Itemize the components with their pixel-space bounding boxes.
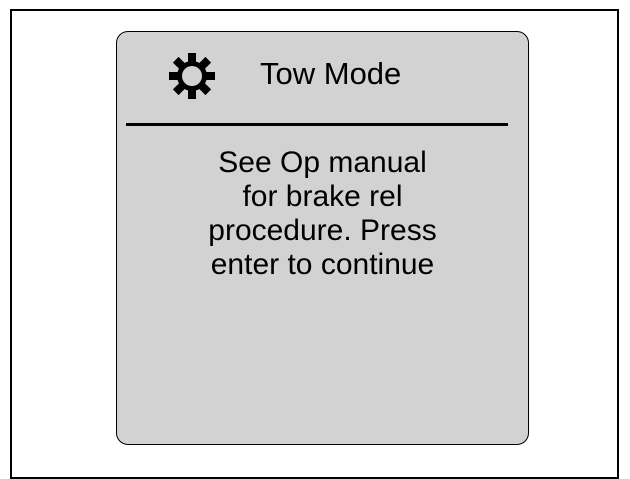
display-screen: Tow Mode See Op manual for brake rel pro… (116, 31, 529, 445)
header-divider (126, 123, 508, 126)
message-line: for brake rel (242, 180, 403, 213)
message-line: procedure. Press (208, 214, 437, 247)
instruction-message: See Op manual for brake rel procedure. P… (117, 146, 528, 282)
screen-header: Tow Mode (117, 32, 528, 124)
gear-icon (169, 53, 215, 99)
message-line: enter to continue (210, 248, 435, 281)
screen-title: Tow Mode (260, 56, 402, 91)
message-line: See Op manual (218, 146, 427, 179)
